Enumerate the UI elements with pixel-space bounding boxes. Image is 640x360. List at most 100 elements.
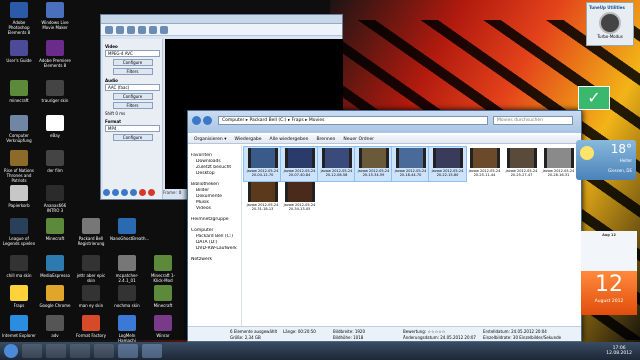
desktop-icon[interactable]: Winrar xyxy=(146,315,180,338)
desktop-icon[interactable]: Adobe Premiere Elements 8 xyxy=(38,40,72,68)
desktop-icon[interactable]: eBay xyxy=(38,115,72,138)
desktop-icon[interactable]: LogMeIn Hamachi xyxy=(110,315,144,343)
desktop-icon[interactable]: NanoGhostBreath... xyxy=(110,218,149,241)
taskbar-explorer-icon[interactable] xyxy=(46,344,66,358)
address-bar[interactable]: Computer ▸ Packard Bell (C:) ▸ Fraps ▸ M… xyxy=(218,116,488,125)
taskbar-chrome-icon[interactable] xyxy=(94,344,114,358)
desktop-app-icon xyxy=(46,2,64,18)
desktop-icon[interactable]: chill ma skin xyxy=(2,255,36,278)
play-button-icon[interactable] xyxy=(103,188,110,196)
title-bar[interactable] xyxy=(101,15,342,24)
desktop-icon[interactable]: Packard Bell Registrierung xyxy=(74,218,108,246)
next-button-icon[interactable] xyxy=(121,188,128,196)
desktop-icon[interactable]: nochma skin xyxy=(110,285,144,308)
desktop-icon[interactable]: Ananas666 INTRO 3 xyxy=(38,185,72,213)
video-file-tile[interactable]: javaw 2012-05-24 20-25-11-44 xyxy=(466,147,503,181)
video-file-tile[interactable]: javaw 2012-05-24 20-22-15-80 xyxy=(428,146,467,182)
desktop-icon[interactable]: Google Chrome xyxy=(38,285,72,308)
desktop-icon[interactable]: User's Guide xyxy=(2,40,36,63)
nav-item[interactable]: Videos xyxy=(191,206,238,212)
desktop-icon[interactable]: minecraft xyxy=(2,80,36,103)
taskbar-converter-icon[interactable] xyxy=(118,344,138,358)
tuneup-gadget[interactable]: TuneUp Utilities Turbo-Modus xyxy=(586,2,634,46)
search-input[interactable]: Movies durchsuchen xyxy=(493,116,573,125)
video-filters-button[interactable]: Filters xyxy=(112,68,153,75)
command-3[interactable]: Brennen xyxy=(316,135,335,143)
settings-icon[interactable] xyxy=(138,25,146,34)
video-file-tile[interactable]: javaw 2012-05-24 20-31-18-13 xyxy=(244,181,281,215)
save-icon[interactable] xyxy=(116,25,124,34)
video-file-tile[interactable]: javaw 2012-05-24 20-28-16-31 xyxy=(540,147,577,181)
taskbar-mediaplayer-icon[interactable] xyxy=(70,344,90,358)
forward-icon[interactable] xyxy=(203,116,212,125)
back-icon[interactable] xyxy=(192,116,201,125)
info-icon[interactable] xyxy=(127,25,135,34)
mark-b-button-icon[interactable] xyxy=(148,188,155,196)
command-2[interactable]: Alle wiedergeben xyxy=(269,135,308,143)
video-codec-select[interactable]: MPEG-4 AVC xyxy=(105,50,160,57)
nav-item[interactable]: Desktop xyxy=(191,171,238,177)
desktop-icon-label: Adobe Premiere Elements 8 xyxy=(39,58,71,68)
weather-gadget[interactable]: 18° Heiter Giessen, DE xyxy=(576,140,636,180)
start-orb-icon[interactable] xyxy=(4,344,18,358)
desktop-icon[interactable]: Minecraft xyxy=(146,285,180,308)
format-configure-button[interactable]: Configure xyxy=(112,134,153,141)
video-file-tile[interactable]: javaw 2012-05-24 20-07-40-84 xyxy=(280,146,319,182)
video-configure-button[interactable]: Configure xyxy=(112,59,153,66)
desktop-icon[interactable]: Computer Verknüpfung xyxy=(2,115,36,143)
desktop-icon[interactable]: Adobe Photoshop Elements 8 xyxy=(2,2,36,35)
desktop-icon[interactable]: jettr aber epic skin xyxy=(74,255,108,283)
video-file-tile[interactable]: javaw 2012-05-24 20-18-44-70 xyxy=(391,146,430,182)
shift-checkbox[interactable]: Shift xyxy=(105,111,114,116)
desktop-icon[interactable]: Papierkorb xyxy=(2,185,36,208)
calendar-gadget[interactable]: Aug 12 12 August 2012 xyxy=(581,231,637,315)
rewind-button-icon[interactable] xyxy=(130,188,137,196)
shift-value[interactable]: 0 xyxy=(115,111,118,116)
command-0[interactable]: Organisieren ▾ xyxy=(194,135,226,143)
desktop-icon[interactable]: Windows Live Movie Maker xyxy=(38,2,72,30)
desktop-icon[interactable]: MediaEspresso xyxy=(38,255,72,278)
desktop-app-icon xyxy=(46,285,64,301)
audio-configure-button[interactable]: Configure xyxy=(112,93,153,100)
video-file-tile[interactable]: javaw 2012-05-24 20-12-08-58 xyxy=(317,146,356,182)
desktop-icon[interactable]: Rise of Nations Thrones and Patriots xyxy=(2,150,36,183)
command-4[interactable]: Neuer Ordner xyxy=(343,135,374,143)
nav-item[interactable]: Netzwerk xyxy=(191,257,238,263)
clock[interactable]: 17:06 12.08.2012 xyxy=(606,346,632,356)
video-file-tile[interactable]: javaw 2012-05-24 20-15-34-59 xyxy=(354,146,393,182)
prev-button-icon[interactable] xyxy=(112,188,119,196)
desktop-icon[interactable]: der film xyxy=(38,150,72,173)
open-icon[interactable] xyxy=(105,25,113,34)
desktop-icon[interactable]: adv xyxy=(38,315,72,338)
desktop-icon-label: der film xyxy=(47,168,63,173)
turbo-gauge-icon[interactable] xyxy=(599,12,621,34)
video-file-tile[interactable]: javaw 2012-05-24 20-34-13-05 xyxy=(281,181,318,215)
nav-item[interactable]: DVD-RW-Laufwerk xyxy=(191,246,238,252)
command-1[interactable]: Wiedergabe xyxy=(234,135,261,143)
desktop-icon[interactable]: Format Factory xyxy=(74,315,108,338)
desktop-icon[interactable]: man ey skin xyxy=(74,285,108,308)
desktop-icon[interactable]: Internet Explorer xyxy=(2,315,36,338)
desktop-icon[interactable]: Minecraft xyxy=(38,218,72,241)
desktop-icon[interactable]: mcpatcher-2.4.1_01 xyxy=(110,255,144,283)
desktop-icon-label: League of Legends spielen xyxy=(2,236,36,246)
audio-filters-button[interactable]: Filters xyxy=(112,102,153,109)
desktop-app-icon xyxy=(46,80,64,96)
export-icon[interactable] xyxy=(160,25,168,34)
taskbar-ie-icon[interactable] xyxy=(22,344,42,358)
explorer-window[interactable]: Computer ▸ Packard Bell (C:) ▸ Fraps ▸ M… xyxy=(187,110,582,342)
weather-condition: Heiter xyxy=(619,158,632,163)
taskbar-folder-icon[interactable] xyxy=(142,344,162,358)
desktop-icon[interactable]: Minecraft 1-Klick-Mod xyxy=(146,255,180,283)
checkmark-gadget-icon[interactable]: ✓ xyxy=(578,86,610,110)
mark-a-button-icon[interactable] xyxy=(139,188,146,196)
desktop-icon[interactable]: trauriger skin xyxy=(38,80,72,103)
format-select[interactable]: MP4 xyxy=(105,125,160,132)
play-icon[interactable] xyxy=(149,25,157,34)
desktop-icon[interactable]: Fraps xyxy=(2,285,36,308)
video-file-tile[interactable]: javaw 2012-05-24 20-25-27-47 xyxy=(503,147,540,181)
nav-item[interactable]: Heimnetzgruppe xyxy=(191,217,238,223)
audio-codec-select[interactable]: AAC (faac) xyxy=(105,84,160,91)
video-file-tile[interactable]: javaw 2012-05-24 20-04-12-70 xyxy=(243,146,282,182)
desktop-icon[interactable]: League of Legends spielen xyxy=(2,218,36,246)
